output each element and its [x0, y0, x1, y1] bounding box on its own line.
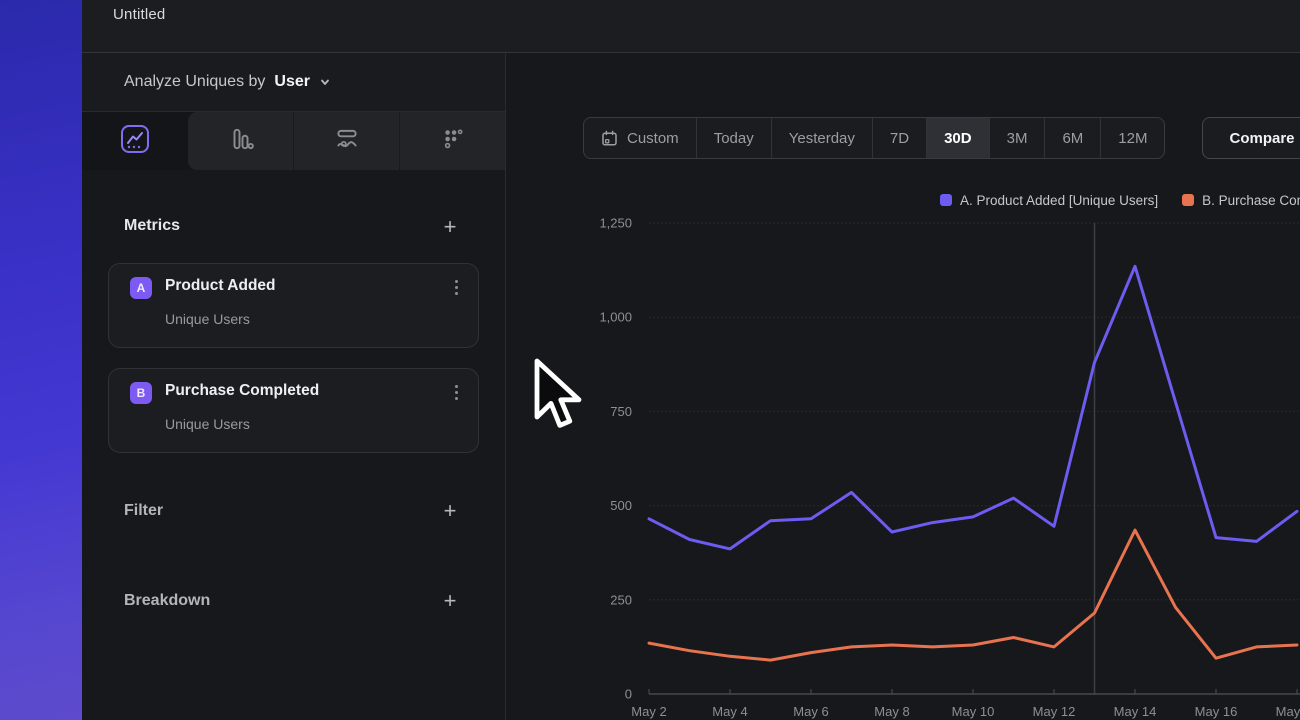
metric-card-a[interactable]: A Product Added Unique Users — [108, 263, 479, 348]
add-filter-button[interactable]: + — [438, 499, 462, 523]
breakdown-section-label: Breakdown — [124, 592, 210, 610]
bar-chart-icon — [228, 126, 254, 157]
report-title[interactable]: Untitled — [113, 6, 165, 23]
chart-type-tabs — [82, 112, 505, 170]
legend-label: B. Purchase Completed [Unique Users] — [1202, 193, 1300, 208]
calendar-icon — [601, 130, 618, 147]
top-bar: Untitled — [82, 0, 1300, 53]
metric-badge: B — [130, 382, 152, 404]
range-button-12m[interactable]: 12M — [1100, 118, 1164, 158]
metric-badge: A — [130, 277, 152, 299]
range-button-30d[interactable]: 30D — [926, 118, 989, 158]
sidebar-divider — [505, 53, 506, 720]
range-button-label: 6M — [1062, 130, 1083, 147]
metric-measurement[interactable]: Unique Users — [165, 311, 250, 327]
add-metric-button[interactable]: + — [438, 215, 462, 239]
range-button-label: 7D — [890, 130, 909, 147]
inactive-tabs-block — [188, 112, 505, 170]
range-button-label: 3M — [1007, 130, 1028, 147]
desktop-gradient-background — [0, 0, 82, 720]
range-button-label: Today — [714, 130, 754, 147]
legend-swatch — [1182, 194, 1194, 206]
line-chart-icon — [120, 124, 150, 159]
analyze-label: Analyze Uniques by — [124, 73, 265, 91]
range-button-label: Yesterday — [789, 130, 855, 147]
flows-icon — [334, 126, 360, 157]
range-button-label: 30D — [944, 130, 972, 147]
legend-label: A. Product Added [Unique Users] — [960, 193, 1158, 208]
add-breakdown-button[interactable]: + — [438, 589, 462, 613]
metric-title: Purchase Completed — [165, 382, 319, 400]
date-range-control: Custom Today Yesterday 7D 30D 3M 6M 12M — [583, 117, 1165, 159]
compare-button[interactable]: Compare — [1202, 117, 1300, 159]
range-button-label: Custom — [627, 130, 679, 147]
tab-insights-line-chart[interactable] — [82, 112, 188, 170]
retention-dots-icon — [440, 126, 466, 157]
metric-title: Product Added — [165, 277, 276, 295]
range-button-3m[interactable]: 3M — [989, 118, 1045, 158]
metric-card-b[interactable]: B Purchase Completed Unique Users — [108, 368, 479, 453]
analyze-header: Analyze Uniques by User — [82, 53, 505, 112]
kebab-menu-icon[interactable] — [448, 382, 464, 402]
legend-swatch — [940, 194, 952, 206]
analyze-by-dropdown[interactable]: User — [274, 73, 310, 91]
legend-item[interactable]: B. Purchase Completed [Unique Users] — [1182, 193, 1300, 208]
metric-measurement[interactable]: Unique Users — [165, 416, 250, 432]
tab-retention[interactable] — [399, 112, 505, 170]
range-button-label: 12M — [1118, 130, 1147, 147]
chart-legend: A. Product Added [Unique Users] B. Purcha… — [940, 190, 1300, 210]
range-button-custom[interactable]: Custom — [584, 118, 696, 158]
filter-section-label: Filter — [124, 502, 163, 520]
range-button-yesterday[interactable]: Yesterday — [771, 118, 872, 158]
mouse-cursor — [531, 357, 585, 444]
range-button-6m[interactable]: 6M — [1044, 118, 1100, 158]
analytics-app-window: Untitled Analyze Uniques by User — [0, 0, 1300, 720]
tab-bar-chart[interactable] — [188, 112, 293, 170]
metrics-section-label: Metrics — [124, 217, 180, 235]
range-button-today[interactable]: Today — [696, 118, 771, 158]
kebab-menu-icon[interactable] — [448, 277, 464, 297]
tab-flows[interactable] — [293, 112, 399, 170]
chevron-down-icon[interactable] — [319, 75, 331, 93]
legend-item[interactable]: A. Product Added [Unique Users] — [940, 193, 1158, 208]
range-button-7d[interactable]: 7D — [872, 118, 926, 158]
